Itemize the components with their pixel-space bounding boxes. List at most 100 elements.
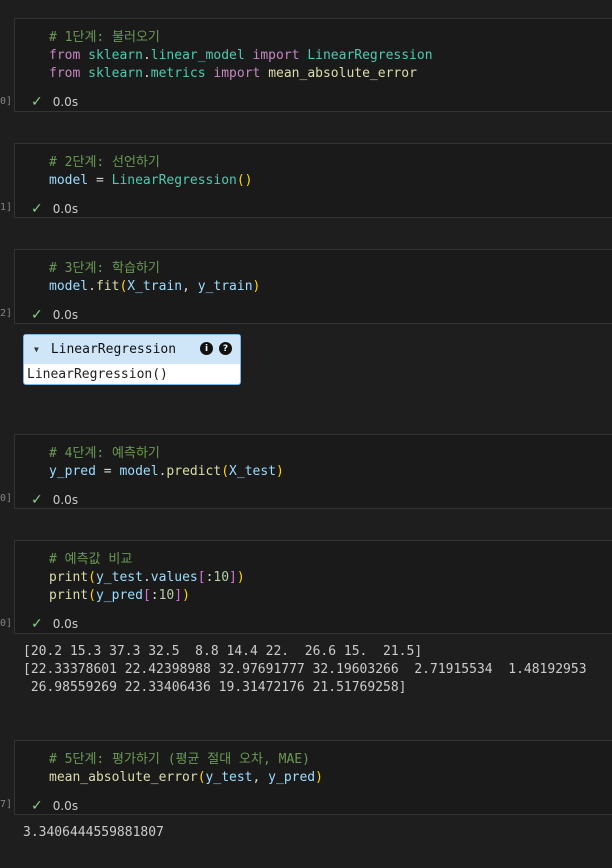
code-token: , <box>182 279 198 294</box>
code-editor[interactable]: # 1단계: 불러오기 from sklearn.linear_model imp… <box>49 29 433 83</box>
code-token: . <box>142 66 151 81</box>
code-token: predict <box>166 464 222 479</box>
code-token: 10 <box>158 588 175 603</box>
code-token: y_pred <box>95 588 143 603</box>
estimator-repr: LinearRegression() <box>27 367 168 382</box>
code-editor[interactable]: # 4단계: 예측하기 y_pred = model.predict(X_test… <box>49 445 284 481</box>
code-token: y_pred <box>268 770 316 785</box>
code-token: sklearn <box>88 48 143 63</box>
cell-output-print: [20.2 15.3 37.3 32.5 8.8 14.4 22. 26.6 1… <box>23 644 587 695</box>
code-editor[interactable]: # 예측값 비교 print(y_test.values[:10]) print(y… <box>49 551 245 605</box>
code-token: mean_absolute_error <box>268 66 417 81</box>
code-line: from sklearn.metrics import mean_absolut… <box>49 65 433 83</box>
code-token: = <box>95 464 120 479</box>
code-line: # 5단계: 평가하기 (평균 절대 오차, MAE) <box>49 751 323 769</box>
code-token: ) <box>276 464 284 479</box>
code-token: . <box>88 279 96 294</box>
code-line: # 2단계: 선언하기 <box>49 154 253 172</box>
code-token: X_test <box>229 464 277 479</box>
execution-count: 7] <box>0 799 13 810</box>
code-line: y_pred = model.predict(X_test) <box>49 463 284 481</box>
check-icon: ✓ <box>31 201 43 217</box>
code-token: y_pred <box>49 464 96 479</box>
code-cell-5[interactable]: # 예측값 비교 print(y_test.values[:10]) print(y… <box>14 540 612 634</box>
code-cell-6[interactable]: # 5단계: 평가하기 (평균 절대 오차, MAE) mean_absolute… <box>14 740 612 815</box>
code-token: ) <box>252 279 261 294</box>
code-token: model <box>49 279 89 294</box>
check-icon: ✓ <box>31 492 43 508</box>
check-icon: ✓ <box>31 307 43 323</box>
code-token: # 5단계: 평가하기 (평균 절대 오차, MAE) <box>49 752 310 767</box>
collapse-triangle-icon[interactable]: ▼ <box>34 345 39 354</box>
execution-count: 2] <box>0 308 13 319</box>
code-line: # 예측값 비교 <box>49 551 245 569</box>
code-token: model <box>49 173 89 188</box>
code-token: ( <box>197 770 206 785</box>
execution-status: ✓ 0.0s <box>31 307 78 323</box>
execution-time: 0.0s <box>52 493 79 507</box>
code-token: # 1단계: 불러오기 <box>49 30 160 45</box>
code-token: # 3단계: 학습하기 <box>49 261 160 276</box>
estimator-widget-header[interactable]: ▼ LinearRegression i ? <box>24 335 240 364</box>
code-token: print <box>49 570 89 585</box>
code-token: metrics <box>150 66 206 81</box>
check-icon: ✓ <box>31 798 43 814</box>
code-token: [ <box>142 588 151 603</box>
execution-time: 0.0s <box>52 617 79 631</box>
execution-status: ✓ 0.0s <box>31 201 78 217</box>
code-line: # 4단계: 예측하기 <box>49 445 284 463</box>
code-token: # 4단계: 예측하기 <box>49 446 160 461</box>
code-token: ) <box>315 770 323 785</box>
code-editor[interactable]: # 3단계: 학습하기 model.fit(X_train, y_train) <box>49 260 260 296</box>
execution-count: 0] <box>0 96 13 107</box>
code-cell-2[interactable]: # 2단계: 선언하기 model = LinearRegression() ✓ … <box>14 143 612 218</box>
code-token: LinearRegression <box>111 173 237 188</box>
execution-time: 0.0s <box>52 308 79 322</box>
code-token: # 2단계: 선언하기 <box>49 155 160 170</box>
code-cell-3[interactable]: # 3단계: 학습하기 model.fit(X_train, y_train) ✓… <box>14 249 612 324</box>
code-token: values <box>150 570 198 585</box>
code-line: mean_absolute_error(y_test, y_pred) <box>49 769 323 787</box>
code-token: ( <box>88 588 96 603</box>
code-token: X_train <box>127 279 183 294</box>
code-token: : <box>150 588 159 603</box>
code-editor[interactable]: # 2단계: 선언하기 model = LinearRegression() <box>49 154 253 190</box>
estimator-widget[interactable]: ▼ LinearRegression i ? LinearRegression(… <box>23 334 241 385</box>
code-line: # 1단계: 불러오기 <box>49 29 433 47</box>
code-line: # 3단계: 학습하기 <box>49 260 260 278</box>
code-token: = <box>88 173 112 188</box>
code-token: ] <box>229 570 237 585</box>
code-token: fit <box>95 279 120 294</box>
code-token: ] <box>174 588 183 603</box>
code-token: y_test <box>205 770 253 785</box>
code-token: linear_model <box>150 48 245 63</box>
check-icon: ✓ <box>31 616 43 632</box>
info-icon[interactable]: i <box>200 342 213 355</box>
code-token: ) <box>236 570 245 585</box>
code-token: from <box>49 48 81 63</box>
execution-status: ✓ 0.0s <box>31 492 78 508</box>
execution-count: 0] <box>0 493 13 504</box>
code-cell-4[interactable]: # 4단계: 예측하기 y_pred = model.predict(X_test… <box>14 434 612 509</box>
code-token: mean_absolute_error <box>49 770 198 785</box>
help-icon[interactable]: ? <box>219 342 232 355</box>
code-line: print(y_test.values[:10]) <box>49 569 245 587</box>
execution-status: ✓ 0.0s <box>31 798 78 814</box>
code-token: . <box>142 48 151 63</box>
code-token: y_test <box>95 570 143 585</box>
code-token: [ <box>197 570 206 585</box>
code-token: import <box>213 66 261 81</box>
code-token: ) <box>182 588 190 603</box>
code-editor[interactable]: # 5단계: 평가하기 (평균 절대 오차, MAE) mean_absolute… <box>49 751 323 787</box>
code-line: model.fit(X_train, y_train) <box>49 278 260 296</box>
code-token: import <box>252 48 300 63</box>
code-token: () <box>236 173 253 188</box>
cell-output-mae: 3.3406444559881807 <box>23 825 164 840</box>
code-token: . <box>142 570 151 585</box>
code-cell-1[interactable]: # 1단계: 불러오기 from sklearn.linear_model imp… <box>14 18 612 112</box>
code-line: from sklearn.linear_model import LinearR… <box>49 47 433 65</box>
